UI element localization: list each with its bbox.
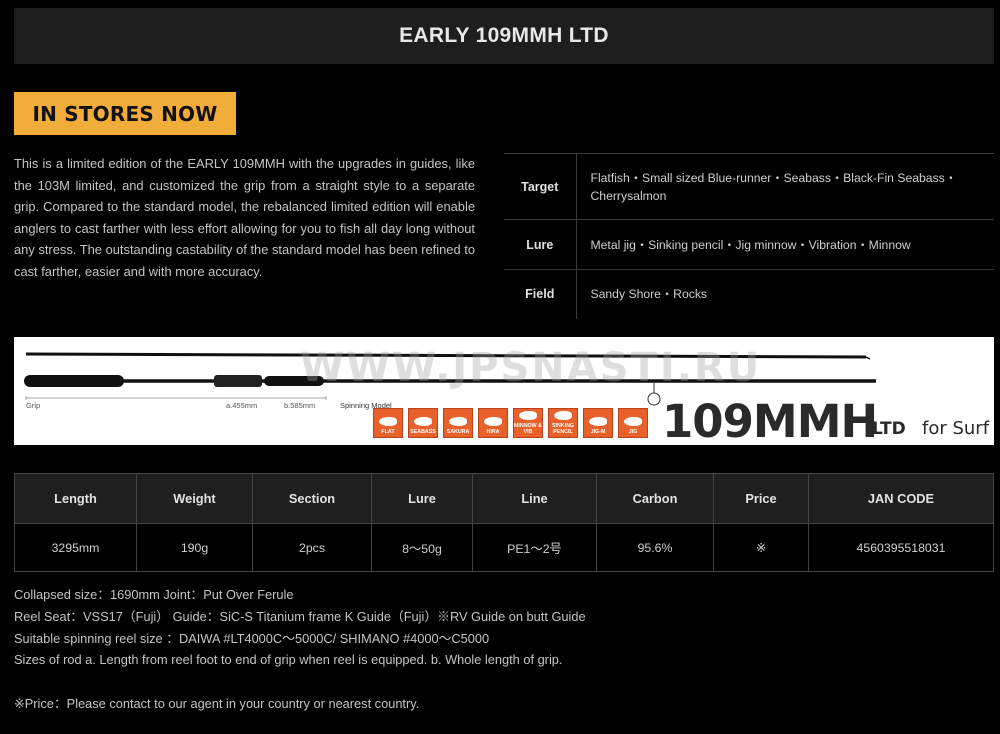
model-surf: for Surf	[922, 418, 990, 439]
spec-section: 2pcs	[252, 523, 372, 572]
hira-icon: HIRA	[478, 408, 508, 438]
spec-header-line: Line	[472, 473, 597, 524]
note-rod-sizes: Sizes of rod a. Length from reel foot to…	[14, 652, 563, 668]
jig-icon: JIG	[618, 408, 648, 438]
product-description: This is a limited edition of the EARLY 1…	[14, 156, 475, 279]
model-number: 109MMH	[662, 395, 878, 445]
spec-length: 3295mm	[14, 523, 137, 572]
spec-lure: 8～50g	[371, 523, 473, 572]
jig-minnow-icon: JIG-M	[583, 408, 613, 438]
spec-price: ※	[713, 523, 809, 572]
watermark: WWW.JPSNASTI.RU	[300, 345, 762, 391]
reel-seat	[214, 375, 262, 387]
note-reel-seat: Reel Seat：VSS17（Fuji） Guide：SiC-S Titani…	[14, 608, 586, 624]
minnow-icon: MINNOW & VIB	[513, 408, 543, 438]
title-bar: EARLY 109MMH LTD	[14, 8, 994, 64]
note-collapsed-size: Collapsed size：1690mm Joint：Put Over Fer…	[14, 587, 294, 602]
spec-notes: Collapsed size：1690mm Joint：Put Over Fer…	[14, 584, 586, 715]
spec-carbon: 95.6%	[596, 523, 714, 572]
target-table: Target Flatfish・Small sized Blue-runner・…	[504, 153, 994, 319]
lure-icons: FLAT SEABASS SAKURA HIRA MINNOW & VIB SI…	[373, 408, 648, 438]
spec-header-length: Length	[14, 473, 137, 524]
spec-data-row: 3295mm 190g 2pcs 8～50g PE1～2号 95.6% ※ 45…	[14, 523, 994, 572]
note-price: ※Price：Please contact to our agent in yo…	[14, 695, 420, 711]
spec-header-price: Price	[713, 473, 809, 524]
badge-label: IN STORES NOW	[32, 101, 218, 126]
target-value: Flatfish・Small sized Blue-runner・Seabass…	[590, 170, 957, 203]
spec-weight: 190g	[136, 523, 253, 572]
target-label: Target	[504, 153, 577, 220]
size-a-label: a.455mm	[226, 401, 258, 410]
spec-header-jan: JAN CODE	[808, 473, 994, 524]
spec-header-lure: Lure	[371, 473, 473, 524]
rod-banner: WWW.JPSNASTI.RU Grip a.455mm b.585mm Spi…	[14, 337, 994, 445]
sakura-icon: SAKURA	[443, 408, 473, 438]
note-reel-size: Suitable spinning reel size ：DAIWA #LT40…	[14, 630, 490, 646]
grip-label: Grip	[26, 401, 41, 410]
field-label: Field	[504, 269, 577, 319]
lure-value: Metal jig・Sinking pencil・Jig minnow・Vibr…	[590, 237, 911, 252]
note-spacer	[14, 671, 586, 693]
size-b-label: b.585mm	[284, 401, 316, 410]
page-title: EARLY 109MMH LTD	[399, 24, 609, 47]
field-value: Sandy Shore・Rocks	[590, 287, 708, 302]
field-row: Field Sandy Shore・Rocks	[504, 269, 994, 319]
seabass-icon: SEABASS	[408, 408, 438, 438]
sinking-pencil-icon: SINKING PENCIL	[548, 408, 578, 438]
spec-header-weight: Weight	[136, 473, 253, 524]
model-ltd: LTD	[872, 419, 906, 439]
spec-line: PE1～2号	[472, 523, 597, 572]
spec-jan-code: 4560395518031	[808, 523, 994, 572]
flatfish-icon: FLAT	[373, 408, 403, 438]
lure-label: Lure	[504, 219, 577, 270]
spec-header-row: Length Weight Section Lure Line Carbon P…	[14, 473, 994, 524]
spec-header-section: Section	[252, 473, 372, 524]
lure-row: Lure Metal jig・Sinking pencil・Jig minnow…	[504, 219, 994, 270]
rod-grip	[24, 375, 124, 387]
target-row: Target Flatfish・Small sized Blue-runner・…	[504, 153, 994, 220]
in-stores-badge: IN STORES NOW	[14, 92, 236, 135]
spec-header-carbon: Carbon	[596, 473, 714, 524]
spec-table: Length Weight Section Lure Line Carbon P…	[14, 473, 994, 572]
